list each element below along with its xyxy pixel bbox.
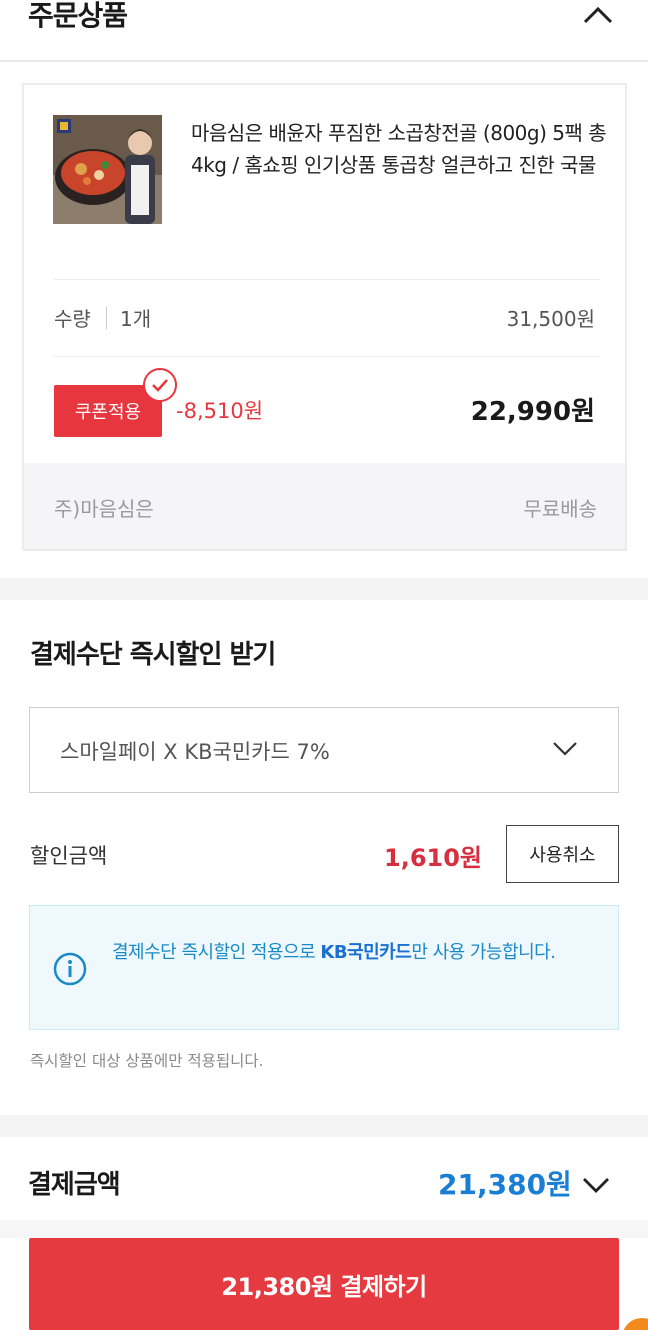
product-name[interactable]: 마음심은 배윤자 푸짐한 소곱창전골 (800g) 5팩 총 4kg / 홈쇼핑… bbox=[191, 117, 611, 181]
pay-button[interactable]: 21,380원 결제하기 bbox=[29, 1238, 619, 1330]
order-section-header[interactable]: 주문상품 bbox=[0, 0, 648, 62]
info-text: 결제수단 즉시할인 적용으로 KB국민카드만 사용 가능합니다. bbox=[112, 937, 602, 969]
instant-discount-title: 결제수단 즉시할인 받기 bbox=[30, 640, 276, 670]
order-section-title: 주문상품 bbox=[28, 0, 128, 32]
discount-amount: 1,610원 bbox=[384, 844, 482, 872]
check-circle-icon bbox=[143, 368, 177, 402]
original-price: 31,500원 bbox=[506, 307, 595, 331]
quantity-value: 1개 bbox=[120, 307, 152, 331]
chevron-down-icon bbox=[553, 742, 577, 756]
product-thumbnail[interactable] bbox=[53, 115, 162, 224]
quantity-label: 수량 bbox=[54, 307, 91, 331]
info-text-prefix: 결제수단 즉시할인 적용으로 bbox=[112, 942, 321, 963]
section-gap bbox=[0, 1115, 648, 1137]
info-icon bbox=[53, 952, 87, 986]
payment-amount[interactable]: 21,380원 bbox=[438, 1163, 572, 1203]
selected-payment-method: 스마일페이 X KB국민카드 7% bbox=[60, 740, 330, 764]
divider bbox=[0, 1220, 648, 1238]
product-card: 마음심은 배윤자 푸짐한 소곱창전골 (800g) 5팩 총 4kg / 홈쇼핑… bbox=[22, 83, 627, 551]
divider bbox=[54, 356, 599, 357]
discount-amount-label: 할인금액 bbox=[30, 844, 108, 868]
separator bbox=[106, 307, 107, 329]
payment-method-select[interactable]: 스마일페이 X KB국민카드 7% bbox=[29, 707, 619, 793]
info-text-suffix: 만 사용 가능합니다. bbox=[411, 942, 556, 963]
chevron-down-icon[interactable] bbox=[582, 1176, 610, 1194]
final-price: 22,990원 bbox=[470, 397, 595, 427]
chevron-up-icon[interactable] bbox=[582, 2, 614, 28]
section-gap bbox=[0, 578, 648, 600]
info-box: 결제수단 즉시할인 적용으로 KB국민카드만 사용 가능합니다. bbox=[29, 905, 619, 1030]
info-text-highlight: KB국민카드 bbox=[320, 942, 412, 963]
cancel-discount-button[interactable]: 사용취소 bbox=[506, 825, 619, 883]
floating-button[interactable] bbox=[622, 1318, 648, 1330]
order-page: 주문상품 마음심은 배윤자 푸짐한 소곱창전골 (800g) 5팩 총 4kg … bbox=[0, 0, 648, 1330]
seller-name[interactable]: 주)마음심은 bbox=[54, 493, 154, 522]
product-image bbox=[53, 115, 162, 224]
notice-text: 즉시할인 대상 상품에만 적용됩니다. bbox=[30, 1052, 264, 1070]
seller-bar: 주)마음심은 무료배송 bbox=[24, 463, 625, 549]
divider bbox=[54, 279, 599, 280]
payment-title: 결제금액 bbox=[28, 1170, 121, 1200]
coupon-discount: -8,510원 bbox=[176, 399, 264, 423]
shipping-info: 무료배송 bbox=[523, 497, 597, 521]
